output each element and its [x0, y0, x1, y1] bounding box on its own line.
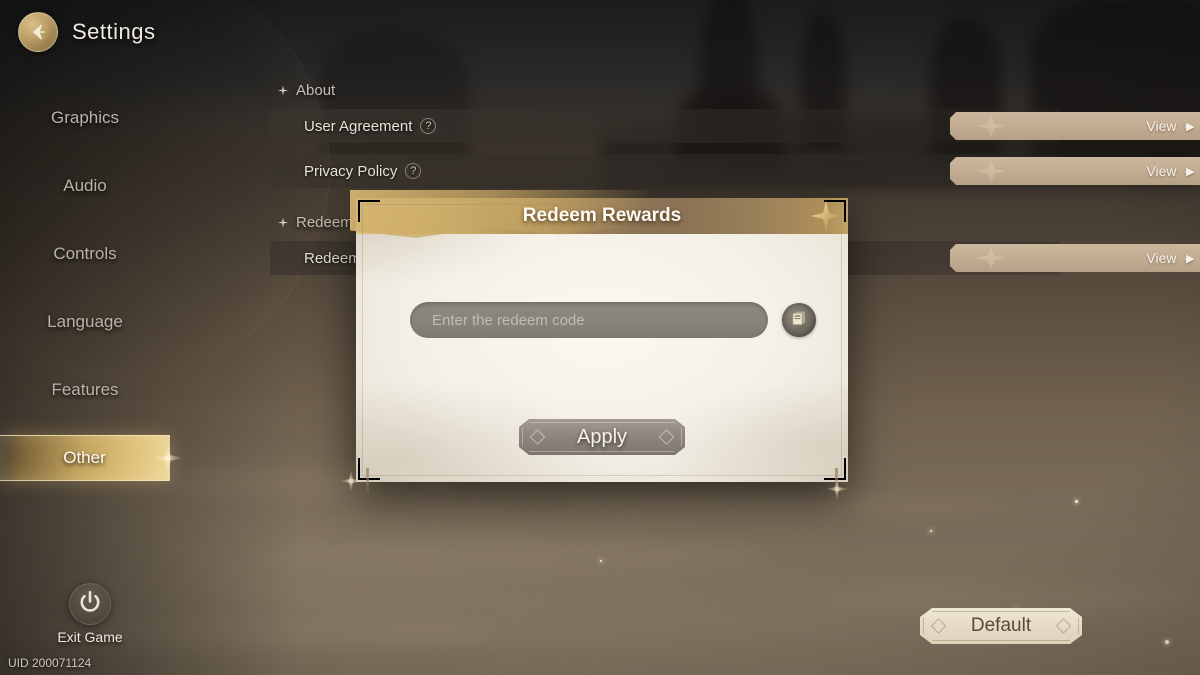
light-particle: [930, 530, 932, 532]
sidebar-item-features[interactable]: Features: [0, 367, 170, 413]
plaque-diamond-icon: [530, 429, 546, 445]
close-button[interactable]: [808, 198, 844, 234]
view-button-privacy-policy[interactable]: View ·▶: [950, 157, 1200, 185]
sidebar-item-controls[interactable]: Controls: [0, 231, 170, 277]
back-arrow-icon: [27, 21, 49, 43]
sidebar-item-graphics[interactable]: Graphics: [0, 95, 170, 141]
sparkle-bullet-icon: [278, 217, 288, 228]
light-particle: [1075, 500, 1078, 503]
ground-highlight: [250, 540, 770, 570]
redeem-rewards-dialog: Redeem Rewards Enter the redeem code App…: [338, 190, 850, 502]
help-icon[interactable]: ?: [405, 163, 422, 179]
row-label: Privacy Policy ?: [304, 162, 422, 180]
page-title: Settings: [72, 19, 156, 44]
exit-game-button[interactable]: Exit Game: [50, 583, 130, 645]
game-settings-screen: Settings Graphics Audio Controls Languag…: [0, 0, 1200, 675]
view-button-label: View: [1146, 118, 1177, 134]
sidebar-item-label: Features: [51, 380, 119, 399]
row-label-text: Privacy Policy: [304, 162, 398, 180]
back-button[interactable]: [18, 12, 58, 52]
arrow-right-icon: ·▶: [1183, 120, 1194, 133]
section-title: About: [296, 82, 336, 99]
light-particle: [1165, 640, 1169, 644]
view-button-redeem-code[interactable]: View ·▶: [950, 244, 1200, 272]
redeem-code-input[interactable]: [410, 302, 768, 338]
settings-row-privacy-policy[interactable]: Privacy Policy ? View ·▶: [270, 154, 1060, 188]
paste-button[interactable]: [782, 303, 816, 337]
sparkle-bullet-icon: [278, 85, 288, 96]
button-sparkle-icon: [976, 247, 1006, 269]
view-button-label: View: [1146, 250, 1177, 266]
power-icon: [77, 589, 103, 620]
ground-highlight: [820, 585, 1200, 611]
arrow-right-icon: ·▶: [1183, 165, 1194, 178]
row-label: User Agreement ?: [304, 117, 437, 135]
page-header: Settings: [18, 12, 156, 52]
ground-highlight: [560, 495, 1020, 517]
apply-button[interactable]: Apply: [519, 419, 685, 455]
section-header-about: About: [278, 82, 1060, 99]
sidebar-item-label: Controls: [53, 244, 117, 263]
plaque-diamond-icon: [1056, 618, 1072, 634]
apply-button-label: Apply: [576, 425, 628, 448]
button-sparkle-icon: [976, 115, 1006, 137]
button-sparkle-icon: [976, 160, 1006, 182]
sidebar-item-label: Language: [47, 312, 123, 331]
settings-row-user-agreement[interactable]: User Agreement ? View ·▶: [270, 109, 1060, 143]
close-star-icon: [811, 201, 841, 231]
dialog-titlebar: Redeem Rewards: [350, 190, 848, 238]
default-button-label: Default: [970, 615, 1032, 636]
dialog-panel: Redeem Rewards Enter the redeem code App…: [350, 190, 848, 494]
sidebar-item-label: Other: [63, 448, 106, 467]
plaque-diamond-icon: [659, 429, 675, 445]
view-button-user-agreement[interactable]: View ·▶: [950, 112, 1200, 140]
uid-label: UID 200071124: [8, 656, 92, 670]
light-particle: [600, 560, 602, 562]
paste-clipboard-icon: [790, 309, 808, 332]
default-button[interactable]: Default: [920, 608, 1082, 644]
dialog-body: Apply: [356, 234, 848, 482]
power-button-circle: [69, 583, 111, 625]
sidebar-item-language[interactable]: Language: [0, 299, 170, 345]
view-button-label: View: [1146, 163, 1177, 179]
sidebar-item-audio[interactable]: Audio: [0, 163, 170, 209]
arrow-right-icon: ·▶: [1183, 252, 1194, 265]
help-icon[interactable]: ?: [420, 118, 437, 134]
sidebar-item-label: Graphics: [50, 108, 120, 127]
redeem-input-row: [410, 302, 816, 338]
apply-button-wrap: Apply: [519, 419, 685, 455]
sidebar-item-other[interactable]: Other: [0, 435, 170, 481]
plaque-diamond-icon: [931, 618, 947, 634]
settings-sidebar: Graphics Audio Controls Language Feature…: [0, 95, 170, 503]
exit-game-label: Exit Game: [57, 629, 123, 645]
dialog-title: Redeem Rewards: [522, 205, 682, 226]
row-label-text: User Agreement: [304, 117, 413, 135]
sidebar-item-label: Audio: [63, 176, 107, 195]
